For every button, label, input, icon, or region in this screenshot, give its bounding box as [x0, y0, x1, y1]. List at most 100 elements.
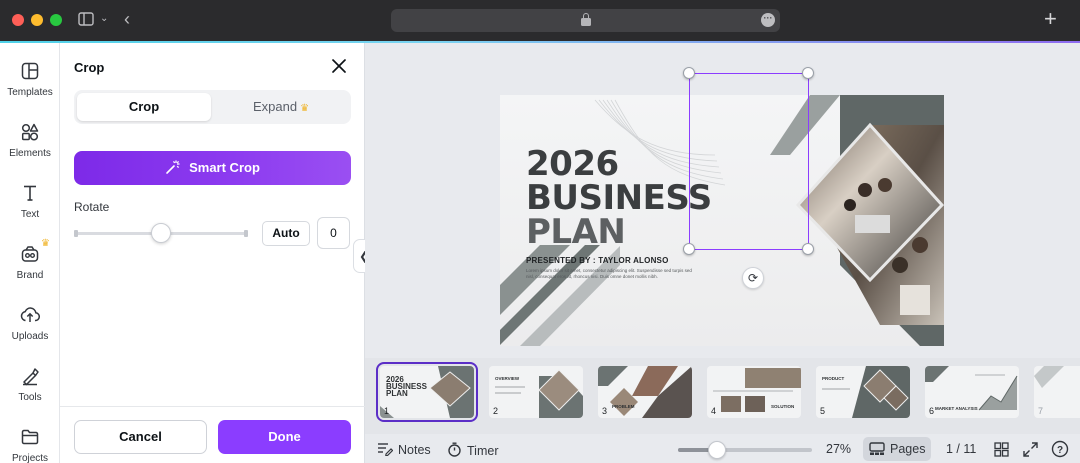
crown-icon: ♛ — [300, 103, 310, 114]
rail-label: Tools — [18, 392, 42, 403]
fullscreen-icon — [1023, 442, 1038, 457]
thumbnail-graphic — [822, 366, 910, 418]
page-thumbnail-4[interactable]: SOLUTION 4 — [707, 366, 801, 418]
cancel-button[interactable]: Cancel — [74, 420, 207, 454]
address-bar[interactable]: ··· — [391, 9, 780, 32]
chevron-down-icon[interactable]: ⌄ — [100, 13, 108, 24]
rail-item-tools[interactable]: Tools — [0, 366, 60, 421]
tab-crop[interactable]: Crop — [77, 93, 211, 121]
brand-icon — [21, 246, 39, 262]
crop-panel: Crop Crop Expand ♛ Smart Crop Rotate Auto… — [60, 43, 365, 463]
minimize-window-button[interactable] — [31, 14, 43, 26]
elements-icon — [21, 123, 39, 141]
page-thumbnail-5[interactable]: PRODUCT 5 — [816, 366, 910, 418]
rail-item-uploads[interactable]: Uploads — [0, 305, 60, 360]
rail-label: Templates — [7, 87, 53, 98]
tools-icon — [23, 368, 39, 386]
notes-button[interactable]: Notes — [377, 442, 431, 457]
slide-title-line: PLAN — [526, 212, 626, 252]
text-icon — [24, 185, 36, 201]
crop-expand-segmented-control: Crop Expand ♛ — [74, 90, 351, 124]
crop-handle-bottom-right[interactable] — [802, 243, 814, 255]
crop-selection-frame[interactable] — [689, 73, 809, 250]
page-thumbnail-1[interactable]: 2026 BUSINESS PLAN 1 — [376, 362, 478, 422]
timer-button[interactable]: Timer — [447, 442, 498, 458]
rail-label: Brand — [16, 270, 44, 281]
lock-icon — [581, 13, 591, 26]
thumbnail-label: PRODUCT — [822, 376, 845, 381]
rail-label: Elements — [9, 148, 51, 159]
panel-title: Crop — [74, 60, 105, 75]
tab-expand[interactable]: Expand ♛ — [214, 93, 348, 121]
smart-crop-button[interactable]: Smart Crop — [74, 151, 351, 185]
uploads-icon — [20, 307, 40, 322]
bottom-toolbar: Notes Timer 27% Pages 1 / 11 ? — [365, 434, 1080, 463]
page-thumbnail-6[interactable]: MARKET ANALYSIS 6 — [925, 366, 1019, 418]
fullscreen-button[interactable] — [1023, 442, 1038, 460]
thumbnail-graphic — [495, 369, 583, 418]
grid-view-button[interactable] — [994, 442, 1009, 460]
crown-icon: ♛ — [41, 238, 50, 249]
pages-button[interactable]: Pages — [863, 437, 931, 461]
thumbnail-label: PROBLEM — [612, 404, 635, 409]
body-text: Lorem ipsum dolor sit amet, consectetur … — [526, 268, 692, 279]
more-options-icon[interactable]: ··· — [761, 13, 775, 27]
thumbnail-graphic — [598, 366, 692, 418]
zoom-slider-thumb[interactable] — [708, 441, 726, 459]
new-tab-plus-icon[interactable]: + — [1044, 8, 1057, 30]
rail-item-projects[interactable]: Projects — [0, 427, 60, 463]
maximize-window-button[interactable] — [50, 14, 62, 26]
page-number: 6 — [929, 406, 935, 416]
rotate-slider-thumb[interactable] — [151, 223, 171, 243]
crop-handle-top-right[interactable] — [802, 67, 814, 79]
projects-icon — [21, 429, 39, 445]
page-number: 7 — [1038, 406, 1044, 416]
rail-label: Text — [20, 209, 40, 220]
rail-label: Projects — [11, 453, 49, 463]
templates-icon — [21, 62, 39, 80]
page-number: 1 — [384, 406, 390, 416]
sidebar-toggle-icon[interactable] — [78, 12, 94, 29]
rotate-value-input[interactable]: 0 — [317, 217, 350, 249]
pages-icon — [869, 442, 885, 455]
close-window-button[interactable] — [12, 14, 24, 26]
crop-handle-bottom-left[interactable] — [683, 243, 695, 255]
page-filmstrip: 2026 BUSINESS PLAN 1 OVERVIEW 2 PROBLEM … — [365, 358, 1080, 434]
thumbnail-label: MARKET ANALYSIS — [935, 406, 978, 411]
crop-handle-top-left[interactable] — [683, 67, 695, 79]
slide-title-line: 2026 — [526, 144, 619, 184]
thumbnail-label: 2026 BUSINESS PLAN — [386, 375, 427, 398]
page-number: 4 — [711, 406, 717, 416]
zoom-level[interactable]: 27% — [826, 442, 851, 456]
close-icon[interactable] — [330, 57, 348, 75]
back-arrow-icon[interactable]: ‹ — [124, 9, 130, 30]
page-number: 5 — [820, 406, 826, 416]
notes-icon — [378, 443, 394, 457]
magic-wand-icon — [166, 160, 180, 174]
slider-end-marker — [244, 230, 248, 237]
help-button[interactable]: ? — [1051, 440, 1069, 461]
rotate-handle[interactable]: ⟳ — [742, 267, 764, 289]
auto-rotate-button[interactable]: Auto — [262, 221, 310, 246]
rail-item-templates[interactable]: Templates — [0, 61, 60, 116]
thumbnail-label: OVERVIEW — [495, 376, 520, 381]
done-button[interactable]: Done — [218, 420, 351, 454]
rail-item-elements[interactable]: Elements — [0, 122, 60, 177]
page-thumbnail-2[interactable]: OVERVIEW 2 — [489, 366, 583, 418]
page-thumbnail-7[interactable]: 7 — [1034, 366, 1080, 418]
rotate-label: Rotate — [74, 200, 110, 214]
editor-canvas: 2026 BUSINESS PLAN PRESENTED BY : TAYLOR… — [365, 43, 1080, 358]
slide-title-line: BUSINESS — [526, 178, 712, 218]
rail-item-brand[interactable]: ♛ Brand — [0, 238, 60, 299]
page-number: 2 — [493, 406, 499, 416]
page-number: 3 — [602, 406, 608, 416]
thumbnail-label: SOLUTION — [771, 404, 795, 409]
presenter-text: PRESENTED BY : TAYLOR ALONSO — [526, 256, 669, 265]
divider — [60, 406, 365, 407]
thumbnail-graphic — [713, 368, 801, 412]
rail-item-text[interactable]: Text — [0, 183, 60, 238]
svg-text:?: ? — [1057, 445, 1063, 456]
page-thumbnail-3[interactable]: PROBLEM 3 — [598, 366, 692, 418]
left-rail: Templates Elements Text ♛ Brand Uploads … — [0, 43, 60, 463]
rotate-icon: ⟳ — [747, 271, 759, 285]
